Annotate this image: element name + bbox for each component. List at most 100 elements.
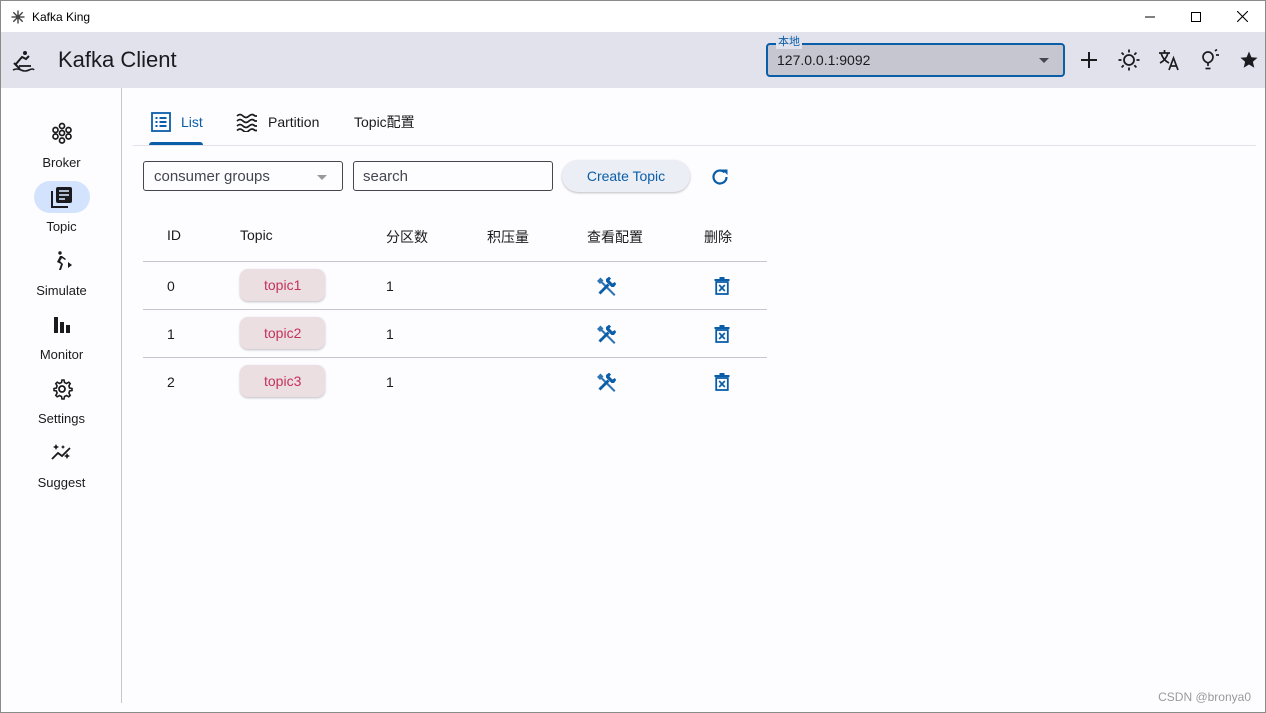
nav-pill	[34, 309, 90, 341]
nav-item-settings[interactable]: Settings	[1, 373, 122, 433]
cell-partitions: 1	[386, 326, 394, 342]
simulate-icon	[57, 251, 72, 270]
tab-bar: List Partition Topic配置	[133, 99, 1256, 146]
table-header: ID Topic 分区数 积压量 查看配置 删除	[143, 211, 767, 262]
chevron-down-icon	[317, 175, 327, 180]
header-delete: 删除	[704, 229, 732, 245]
tools-icon	[597, 276, 617, 296]
header-view-config: 查看配置	[587, 229, 643, 245]
nav-label: Settings	[38, 411, 85, 426]
app-bar: Kafka Client 本地 127.0.0.1:9092	[1, 32, 1265, 88]
table-row: 2 topic3 1	[143, 358, 767, 406]
star-icon	[1240, 51, 1258, 68]
nav-item-suggest[interactable]: Suggest	[1, 437, 122, 497]
nav-item-topic[interactable]: Topic	[1, 181, 122, 241]
tab-label: List	[181, 114, 203, 130]
app-window: Kafka King Kafka Client 本地 127.0.0.1:909…	[0, 0, 1266, 713]
tab-active-indicator	[149, 142, 203, 145]
appbar-actions	[1069, 44, 1266, 76]
nav-item-simulate[interactable]: Simulate	[1, 245, 122, 305]
nav-pill	[34, 373, 90, 405]
minimize-button[interactable]	[1127, 1, 1173, 32]
window-controls	[1127, 1, 1265, 32]
server-select[interactable]: 本地 127.0.0.1:9092	[766, 36, 1065, 77]
theme-button[interactable]	[1109, 44, 1149, 76]
header-partitions: 分区数	[386, 229, 428, 245]
view-config-button[interactable]	[596, 323, 618, 345]
header-id: ID	[167, 227, 181, 243]
delete-button[interactable]	[711, 323, 733, 345]
cell-id: 2	[167, 374, 175, 390]
nav-item-monitor[interactable]: Monitor	[1, 309, 122, 369]
window-title: Kafka King	[32, 9, 91, 24]
close-button[interactable]	[1219, 1, 1265, 32]
cell-partitions: 1	[386, 374, 394, 390]
consumer-groups-value: consumer groups	[154, 168, 270, 185]
settings-icon	[53, 379, 73, 400]
cell-id: 1	[167, 326, 175, 342]
tools-icon	[597, 324, 617, 344]
refresh-icon	[712, 169, 728, 185]
trash-icon	[714, 325, 730, 343]
theme-icon	[1118, 49, 1140, 71]
header-backlog: 积压量	[487, 229, 529, 245]
topic-chip[interactable]: topic3	[240, 365, 326, 397]
create-topic-button[interactable]: Create Topic	[562, 160, 690, 192]
server-select-label: 本地	[776, 36, 802, 49]
star-button[interactable]	[1229, 44, 1266, 76]
tab-topic-config[interactable]: Topic配置	[354, 99, 415, 145]
search-input[interactable]	[353, 161, 553, 191]
nav-label: Simulate	[36, 283, 87, 298]
translate-button[interactable]	[1149, 44, 1189, 76]
tab-label: Partition	[268, 114, 320, 130]
add-button[interactable]	[1069, 44, 1109, 76]
topic-chip[interactable]: topic2	[240, 317, 326, 349]
rowing-logo-icon	[11, 49, 35, 73]
close-icon	[1236, 11, 1248, 22]
topic-icon	[51, 187, 72, 208]
table-row: 0 topic1 1	[143, 262, 767, 310]
app-title: Kafka Client	[58, 47, 177, 72]
nav-label: Topic	[46, 219, 77, 234]
view-config-button[interactable]	[596, 371, 618, 393]
suggest-icon	[51, 444, 71, 460]
trash-icon	[714, 373, 730, 391]
nav-label: Broker	[42, 155, 81, 170]
app-icon	[10, 9, 26, 25]
watermark: CSDN @bronya0	[1158, 690, 1251, 704]
broker-icon	[52, 122, 72, 144]
tools-icon	[597, 372, 617, 392]
minimize-icon	[1145, 16, 1155, 17]
monitor-icon	[54, 317, 70, 333]
cell-id: 0	[167, 278, 175, 294]
window-titlebar: Kafka King	[1, 1, 1265, 32]
cell-partitions: 1	[386, 278, 394, 294]
nav-item-broker[interactable]: Broker	[1, 117, 122, 177]
header-topic: Topic	[240, 227, 273, 243]
consumer-groups-select[interactable]: consumer groups	[143, 161, 343, 191]
delete-button[interactable]	[711, 371, 733, 393]
maximize-button[interactable]	[1173, 1, 1219, 32]
waves-icon	[236, 113, 257, 132]
server-select-value: 127.0.0.1:9092	[777, 52, 871, 68]
translate-icon	[1159, 50, 1179, 71]
nav-label: Monitor	[39, 347, 84, 362]
tab-label: Topic配置	[354, 114, 415, 130]
tips-button[interactable]	[1189, 44, 1229, 76]
delete-button[interactable]	[711, 275, 733, 297]
chevron-down-icon	[1039, 58, 1049, 63]
tab-partition[interactable]: Partition	[236, 99, 319, 145]
nav-pill-active	[34, 181, 90, 213]
tab-list[interactable]: List	[151, 99, 203, 145]
nav-pill	[34, 245, 90, 277]
table-row: 1 topic2 1	[143, 310, 767, 358]
nav-pill	[34, 437, 90, 469]
topic-chip[interactable]: topic1	[240, 269, 326, 301]
view-config-button[interactable]	[596, 275, 618, 297]
maximize-icon	[1191, 11, 1201, 22]
navigation-rail: Broker Topic Simulate Monitor Settings S…	[1, 88, 122, 703]
trash-icon	[714, 277, 730, 295]
refresh-button[interactable]	[707, 164, 733, 190]
nav-pill	[34, 117, 90, 149]
add-icon	[1081, 52, 1097, 68]
